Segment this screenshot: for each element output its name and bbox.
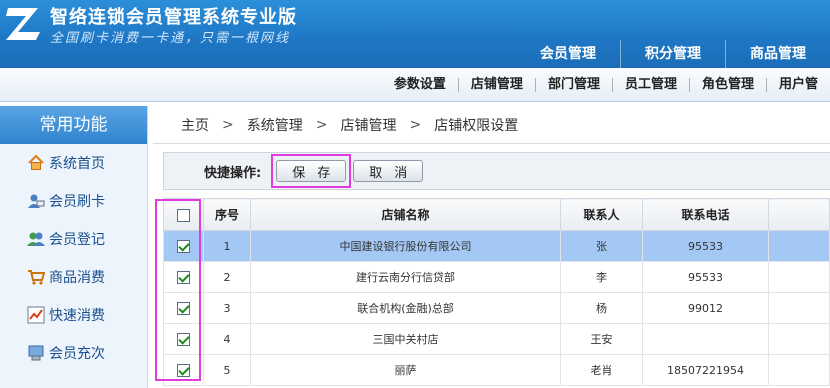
cell-phone: 99012	[642, 292, 769, 324]
row-check-cell	[163, 354, 204, 386]
breadcrumb-separator: >	[222, 116, 234, 133]
row-checkbox[interactable]	[177, 332, 190, 346]
sub-nav-departments[interactable]: 部门管理	[534, 77, 612, 92]
sidebar-item-label: 快速消费	[49, 308, 105, 324]
select-all-checkbox[interactable]	[177, 208, 190, 222]
sidebar-item-member-register[interactable]: 会员登记	[0, 220, 147, 258]
sub-nav-staff[interactable]: 员工管理	[611, 77, 689, 92]
home-icon	[27, 154, 45, 172]
main-nav: 会员管理 积分管理 商品管理	[516, 40, 830, 68]
quick-actions-bar: 快捷操作: 保存 取消	[163, 152, 830, 190]
quick-actions-label: 快捷操作:	[204, 165, 262, 181]
cell-no: 5	[203, 354, 251, 386]
table-header-row: 序号 店铺名称 联系人 联系电话	[163, 198, 830, 231]
cell-phone	[642, 323, 769, 355]
cell-extra	[768, 354, 830, 386]
main-nav-points[interactable]: 积分管理	[620, 40, 725, 68]
breadcrumb-stores[interactable]: 店铺管理	[340, 115, 396, 135]
sub-nav-roles[interactable]: 角色管理	[688, 77, 766, 92]
row-check-cell	[163, 292, 204, 324]
column-header-contact: 联系人	[560, 198, 643, 231]
row-checkbox[interactable]	[177, 301, 190, 315]
main-nav-goods[interactable]: 商品管理	[725, 40, 830, 68]
sidebar-item-home[interactable]: 系统首页	[0, 144, 147, 182]
cell-contact: 王安	[560, 323, 643, 355]
app-title: 智络连锁会员管理系统专业版	[50, 7, 297, 28]
sidebar-item-quick-consume[interactable]: 快速消费	[0, 296, 147, 334]
app-slogan: 全国刷卡消费一卡通，只需一根网线	[50, 31, 291, 46]
recharge-icon	[27, 344, 45, 362]
breadcrumb-separator: >	[409, 116, 422, 133]
breadcrumb-system[interactable]: 系统管理	[247, 115, 303, 135]
breadcrumb-current: 店铺权限设置	[434, 117, 519, 134]
cart-icon	[27, 268, 45, 286]
cell-extra	[768, 323, 830, 355]
cell-name: 中国建设银行股份有限公司	[250, 230, 561, 262]
sidebar-item-label: 会员登记	[49, 232, 105, 248]
cell-extra	[768, 261, 830, 293]
cell-phone: 18507221954	[642, 354, 769, 386]
table-row[interactable]: 5 丽萨 老肖 18507221954	[163, 354, 830, 386]
table-row[interactable]: 1 中国建设银行股份有限公司 张 95533	[163, 230, 830, 262]
sidebar-item-label: 会员充次	[49, 346, 105, 362]
cancel-button[interactable]: 取消	[353, 160, 424, 182]
member-card-icon	[27, 192, 45, 210]
cell-phone: 95533	[642, 230, 769, 262]
save-button[interactable]: 保存	[276, 160, 347, 182]
logo-icon	[6, 8, 40, 40]
column-header-extra	[768, 198, 830, 231]
cell-contact: 老肖	[560, 354, 643, 386]
sidebar-item-recharge[interactable]: 会员充次	[0, 334, 147, 372]
column-header-name: 店铺名称	[250, 198, 561, 231]
breadcrumb: 主页 > 系统管理 > 店铺管理 > 店铺权限设置	[153, 106, 830, 144]
cell-name: 建行云南分行信贷部	[250, 261, 561, 293]
sidebar-item-label: 商品消费	[49, 270, 105, 286]
cell-extra	[768, 292, 830, 324]
main-content: 主页 > 系统管理 > 店铺管理 > 店铺权限设置 快捷操作: 保存 取消 序号…	[153, 106, 830, 388]
sub-nav-stores[interactable]: 店铺管理	[457, 77, 535, 92]
cell-contact: 杨	[560, 292, 643, 324]
cell-name: 三国中关村店	[250, 323, 561, 355]
main-nav-member[interactable]: 会员管理	[516, 40, 620, 68]
cell-no: 1	[203, 230, 251, 262]
breadcrumb-separator: >	[315, 116, 328, 133]
cell-no: 4	[203, 323, 251, 355]
cell-name: 丽萨	[250, 354, 561, 386]
save-button-highlight: 保存	[271, 154, 352, 188]
row-check-cell	[163, 323, 204, 355]
sub-nav-users[interactable]: 用户管	[765, 77, 830, 92]
table-row[interactable]: 2 建行云南分行信贷部 李 95533	[163, 261, 830, 293]
sidebar-item-member-card[interactable]: 会员刷卡	[0, 182, 147, 220]
column-header-phone: 联系电话	[642, 198, 769, 231]
sub-nav: 参数设置 店铺管理 部门管理 员工管理 角色管理 用户管	[0, 68, 830, 102]
cell-name: 联合机构(金融)总部	[250, 292, 561, 324]
sidebar-item-label: 系统首页	[49, 156, 105, 172]
cell-extra	[768, 230, 830, 262]
column-header-no: 序号	[203, 198, 251, 231]
row-checkbox[interactable]	[177, 363, 190, 377]
table-row[interactable]: 4 三国中关村店 王安	[163, 323, 830, 355]
store-table: 序号 店铺名称 联系人 联系电话 1 中国建设银行股份有限公司 张 95533 …	[163, 198, 830, 386]
row-check-cell	[163, 230, 204, 262]
cell-phone: 95533	[642, 261, 769, 293]
sidebar-title: 常用功能	[0, 106, 147, 144]
cell-contact: 张	[560, 230, 643, 262]
member-register-icon	[27, 230, 45, 248]
cell-contact: 李	[560, 261, 643, 293]
breadcrumb-home[interactable]: 主页	[181, 115, 209, 135]
cell-no: 2	[203, 261, 251, 293]
cell-no: 3	[203, 292, 251, 324]
row-checkbox[interactable]	[177, 270, 190, 284]
sidebar-item-label: 会员刷卡	[49, 194, 105, 210]
sidebar-item-goods-consume[interactable]: 商品消费	[0, 258, 147, 296]
table-row[interactable]: 3 联合机构(金融)总部 杨 99012	[163, 292, 830, 324]
row-checkbox[interactable]	[177, 239, 190, 253]
app-header: 智络连锁会员管理系统专业版 全国刷卡消费一卡通，只需一根网线 会员管理 积分管理…	[0, 0, 830, 68]
row-check-cell	[163, 261, 204, 293]
chart-icon	[27, 306, 45, 324]
select-all-cell	[163, 198, 204, 231]
sidebar: 常用功能 系统首页 会员刷卡 会员登记 商品消费 快速消费 会员充次	[0, 106, 148, 388]
sub-nav-params[interactable]: 参数设置	[382, 77, 458, 92]
